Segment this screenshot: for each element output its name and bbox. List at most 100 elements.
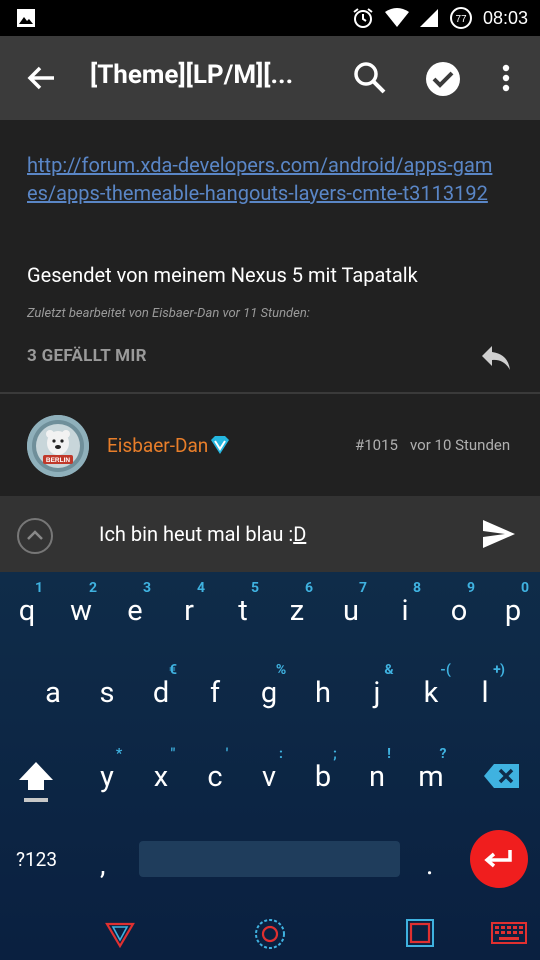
post-time: vor 10 Stunden xyxy=(410,436,511,454)
enter-key[interactable] xyxy=(470,830,528,888)
key-c[interactable]: ' c xyxy=(188,738,242,818)
key-m[interactable]: ? m xyxy=(404,738,458,818)
enter-icon xyxy=(484,850,512,868)
key-x[interactable]: " x xyxy=(134,738,188,818)
key-i[interactable]: 8i xyxy=(378,572,432,652)
send-icon[interactable] xyxy=(481,518,517,550)
period-key[interactable]: . xyxy=(426,848,433,881)
key-t[interactable]: 5t xyxy=(216,572,270,652)
key-n[interactable]: ! n xyxy=(350,738,404,818)
key-char: t xyxy=(238,594,248,628)
chevron-up-icon xyxy=(27,530,43,540)
key-f[interactable]: f xyxy=(188,654,242,734)
key-char: r xyxy=(184,594,194,628)
expand-button[interactable] xyxy=(17,518,53,554)
key-char: h xyxy=(315,676,331,710)
key-char: k xyxy=(423,676,439,710)
alarm-icon xyxy=(353,8,373,28)
post-list: http://forum.xda-developers.com/android/… xyxy=(0,120,540,496)
key-hint-extra: ) xyxy=(500,662,505,678)
key-e[interactable]: 3e xyxy=(108,572,162,652)
reply-input[interactable]: Ich bin heut mal blau :D xyxy=(99,522,306,546)
comma-key[interactable]: , xyxy=(100,848,106,881)
key-char: z xyxy=(289,594,305,628)
likes-count[interactable]: 3 GEFÄLLT MIR xyxy=(27,346,147,366)
clock: 08:03 xyxy=(482,7,528,28)
key-char: y xyxy=(100,760,114,794)
key-char: w xyxy=(70,594,92,628)
backspace-icon[interactable] xyxy=(483,762,521,790)
key-h[interactable]: h xyxy=(296,654,350,734)
key-o[interactable]: 9o xyxy=(432,572,486,652)
image-notification-icon xyxy=(17,9,35,27)
key-char: m xyxy=(418,760,444,794)
key-char: g xyxy=(260,676,278,710)
key-char: d xyxy=(152,676,170,710)
key-p[interactable]: 0p xyxy=(486,572,540,652)
key-j[interactable]: & j xyxy=(350,654,404,734)
keyboard-switch-icon[interactable] xyxy=(491,922,527,944)
thread-title: [Theme][LP/M][... xyxy=(90,60,294,90)
nav-recent-icon[interactable] xyxy=(405,918,435,948)
reply-text-composing: D xyxy=(293,522,307,546)
key-char: c xyxy=(207,760,223,794)
key-char: i xyxy=(401,594,409,628)
reply-text-main: Ich bin heut mal blau : xyxy=(99,522,294,546)
key-w[interactable]: 2w xyxy=(54,572,108,652)
nav-home-icon[interactable] xyxy=(254,918,286,950)
key-u[interactable]: 7u xyxy=(324,572,378,652)
key-char: a xyxy=(45,676,61,710)
more-vert-icon[interactable] xyxy=(494,60,518,96)
key-char: o xyxy=(450,594,468,628)
battery-level: 77 xyxy=(455,14,467,25)
signal-icon xyxy=(419,9,438,27)
key-hint-extra: ( xyxy=(446,662,451,678)
key-char: n xyxy=(368,760,385,794)
key-char: v xyxy=(261,760,277,794)
post-number: #1015 xyxy=(355,436,398,454)
key-a[interactable]: a xyxy=(26,654,80,734)
key-char: u xyxy=(343,594,359,628)
keyboard-row-3: * y " x ' c: v; b! n? m xyxy=(0,738,540,818)
post-divider xyxy=(0,392,540,394)
app-bar: [Theme][LP/M][... xyxy=(0,36,540,120)
key-char: q xyxy=(18,594,36,628)
reply-icon[interactable] xyxy=(480,344,512,372)
search-icon[interactable] xyxy=(352,60,388,96)
key-y[interactable]: * y xyxy=(80,738,134,818)
key-g[interactable]: % g xyxy=(242,654,296,734)
key-q[interactable]: 1q xyxy=(0,572,54,652)
key-char: p xyxy=(504,594,522,628)
key-char: s xyxy=(99,676,115,710)
key-char: b xyxy=(314,760,332,794)
symbols-key[interactable]: ?123 xyxy=(16,848,57,871)
key-b[interactable]: ; b xyxy=(296,738,350,818)
wifi-icon xyxy=(384,8,409,27)
verified-badge-icon xyxy=(211,436,229,454)
key-z[interactable]: 6z xyxy=(270,572,324,652)
key-s[interactable]: s xyxy=(80,654,134,734)
key-d[interactable]: € d xyxy=(134,654,188,734)
key-char: j xyxy=(373,676,381,710)
avatar-text: BERLIN xyxy=(46,457,71,464)
username[interactable]: Eisbaer-Dan xyxy=(107,434,208,457)
status-bar: 77 08:03 xyxy=(0,0,540,36)
keyboard-row-2: a s € d f% g h & j - k + l() xyxy=(0,654,540,734)
key-char: e xyxy=(127,594,143,628)
battery-icon: 77 xyxy=(449,7,472,29)
key-char: f xyxy=(209,676,221,710)
key-v[interactable]: :v xyxy=(242,738,296,818)
key-char: l xyxy=(481,676,489,710)
check-circle-icon[interactable] xyxy=(424,60,462,98)
arrow-left-icon[interactable] xyxy=(24,60,60,96)
shift-icon[interactable] xyxy=(16,758,56,804)
post-signature: Gesendet von meinem Nexus 5 mit Tapatalk xyxy=(27,263,418,287)
keyboard-row-1: 1q2w3e4r5t6z7u8i9o0p xyxy=(0,572,540,652)
key-char: x xyxy=(153,760,169,794)
space-bar[interactable] xyxy=(139,841,400,877)
reply-bar: Ich bin heut mal blau :D xyxy=(0,496,540,572)
post-link[interactable]: http://forum.xda-developers.com/android/… xyxy=(27,151,497,207)
nav-back-icon[interactable] xyxy=(105,920,135,948)
avatar[interactable]: BERLIN xyxy=(27,415,89,477)
key-r[interactable]: 4r xyxy=(162,572,216,652)
